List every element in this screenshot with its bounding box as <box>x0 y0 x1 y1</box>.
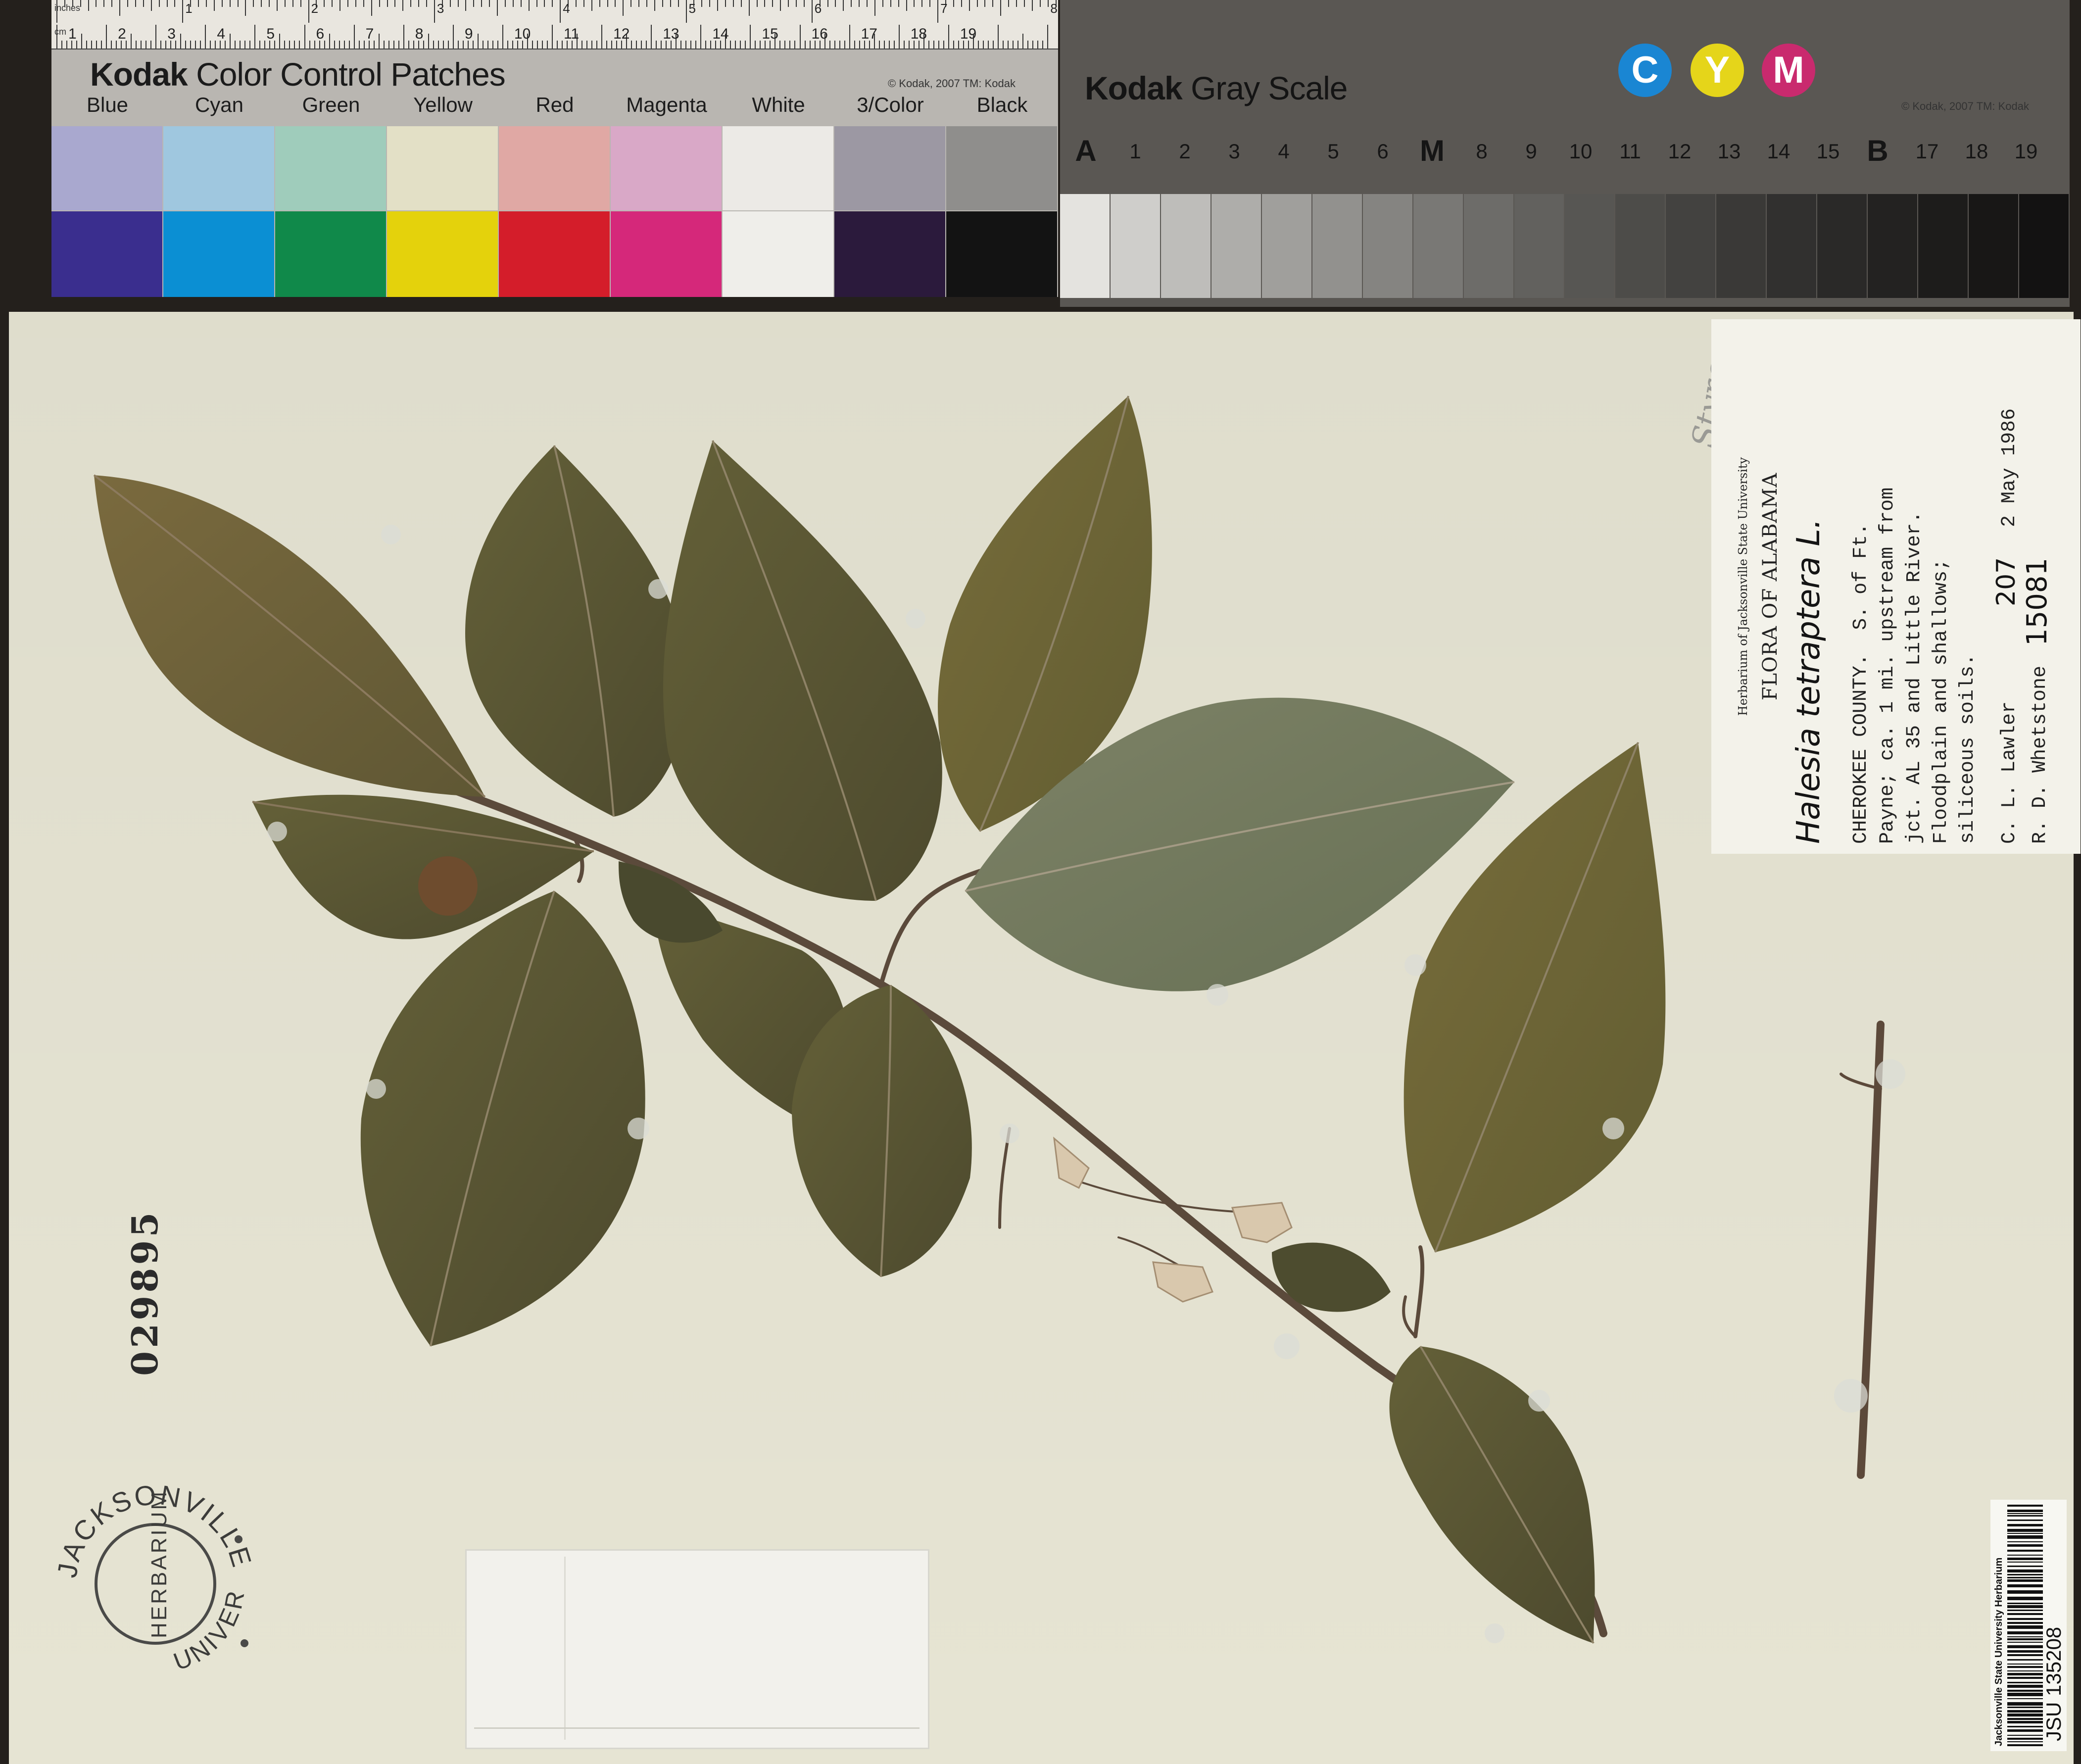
barcode-bar <box>2007 1650 2043 1653</box>
barcode-bar <box>2007 1636 2043 1637</box>
barcode-bar <box>2007 1738 2043 1740</box>
barcode-bar <box>2007 1677 2043 1679</box>
barcode-bar <box>2007 1574 2043 1575</box>
barcode-bar <box>2007 1584 2043 1587</box>
barcode-bar <box>2007 1693 2043 1696</box>
barcode-id: JSU 135208 <box>2042 1626 2065 1741</box>
herbarium-name: Herbarium of Jacksonville State Universi… <box>1736 457 1750 716</box>
barcode-bar <box>2007 1707 2043 1708</box>
leaf-upper-center-left <box>465 445 688 817</box>
barcode-bar <box>2007 1610 2043 1611</box>
barcode-bar <box>2007 1590 2043 1594</box>
leaf-bottom-right <box>1389 1345 1595 1644</box>
barcode-bar <box>2007 1638 2043 1640</box>
barcode-bar <box>2007 1666 2043 1668</box>
herbarium-label: Herbarium of Jacksonville State Universi… <box>1711 319 2081 854</box>
collector-2: R. D. Whetstone <box>2029 665 2051 844</box>
barcode-label: Jacksonville State University Herbarium … <box>1990 1500 2067 1751</box>
locality-line: Payne; ca. 1 mi. upstream from <box>1877 487 1899 844</box>
collector-1: C. L. Lawler <box>1998 701 2021 844</box>
barcode-bar <box>2007 1735 2043 1736</box>
accession-number: 029895 <box>124 1209 166 1376</box>
collector-2-number: 15081 <box>2021 557 2053 646</box>
locality-line: Floodplain and shallows; <box>1930 558 1952 844</box>
barcode-bar <box>2007 1605 2043 1608</box>
barcode-bar <box>2007 1618 2043 1620</box>
barcode-bar <box>2007 1645 2043 1648</box>
specimen-drawing <box>93 395 1905 1644</box>
leaf-lower-left-large <box>360 890 645 1347</box>
barcode-bar <box>2007 1544 2043 1547</box>
barcode-bar <box>2007 1597 2043 1600</box>
barcode-bar <box>2007 1729 2043 1732</box>
barcode-bar <box>2007 1670 2043 1671</box>
leaf-upper-left <box>93 474 486 798</box>
barcode-bar <box>2007 1631 2043 1634</box>
barcode-bar <box>2007 1642 2043 1643</box>
barcode-bar <box>2007 1673 2043 1675</box>
barcode-bar <box>2007 1569 2043 1572</box>
barcode-bar <box>2007 1519 2043 1521</box>
barcode-bar <box>2007 1550 2043 1552</box>
barcode-bar <box>2007 1714 2043 1716</box>
barcode-bar <box>2007 1654 2043 1656</box>
barcode-bar <box>2007 1718 2043 1720</box>
barcode-bar <box>2007 1698 2043 1699</box>
barcode-bar <box>2007 1622 2043 1624</box>
barcode-bar <box>2007 1721 2043 1723</box>
locality-line: CHEROKEE COUNTY. S. of Ft. <box>1850 523 1872 844</box>
barcode-bar <box>2007 1702 2043 1706</box>
barcode-bar <box>2007 1659 2043 1661</box>
barcode-institution: Jacksonville State University Herbarium <box>1993 1557 2004 1746</box>
leaf-upper-center <box>663 440 942 901</box>
barcode-bar <box>2007 1710 2043 1713</box>
flora-title: FLORA OF ALABAMA <box>1759 472 1782 701</box>
barcode-bar <box>2007 1513 2043 1514</box>
barcode-bar <box>2007 1690 2043 1692</box>
barcode-bar <box>2007 1579 2043 1582</box>
stamp-center-text: HERBARIUM <box>147 1490 171 1638</box>
barcode-bar <box>2007 1524 2043 1526</box>
barcode-bar <box>2007 1577 2043 1578</box>
barcode-bar <box>2007 1726 2043 1727</box>
collector-1-number: 207 <box>1991 557 2021 606</box>
barcode-bar <box>2007 1555 2043 1556</box>
herbarium-stamp: JACKSONVILLE STATE UNIVERSITY HERBARIUM <box>51 1480 258 1676</box>
barcode-bar <box>2007 1535 2043 1539</box>
collection-date: 2 May 1986 <box>1998 408 2021 527</box>
barcode-bar <box>2007 1515 2043 1517</box>
barcode <box>2007 1505 2043 1746</box>
taxon-name: Halesia tetraptera L. <box>1791 518 1827 844</box>
barcode-bar <box>2007 1603 2043 1604</box>
barcode-bar <box>2007 1613 2043 1615</box>
locality-line: siliceous soils. <box>1957 653 1979 844</box>
barcode-bar <box>2007 1664 2043 1665</box>
barcode-bar <box>2007 1505 2043 1507</box>
barcode-bar <box>2007 1533 2043 1534</box>
barcode-bar <box>2007 1510 2043 1512</box>
barcode-bar <box>2007 1529 2043 1532</box>
barcode-bar <box>2007 1558 2043 1560</box>
barcode-bar <box>2007 1566 2043 1567</box>
barcode-bar <box>2007 1562 2043 1563</box>
fragment-envelope <box>465 1549 929 1749</box>
barcode-bar <box>2007 1541 2043 1542</box>
barcode-bar <box>2007 1682 2043 1683</box>
barcode-bar <box>2007 1741 2043 1742</box>
locality-line: jct. AL 35 and Little River. <box>1903 511 1926 844</box>
barcode-bar <box>2007 1625 2043 1629</box>
barcode-bar <box>2007 1685 2043 1688</box>
barcode-bar <box>2007 1744 2043 1746</box>
